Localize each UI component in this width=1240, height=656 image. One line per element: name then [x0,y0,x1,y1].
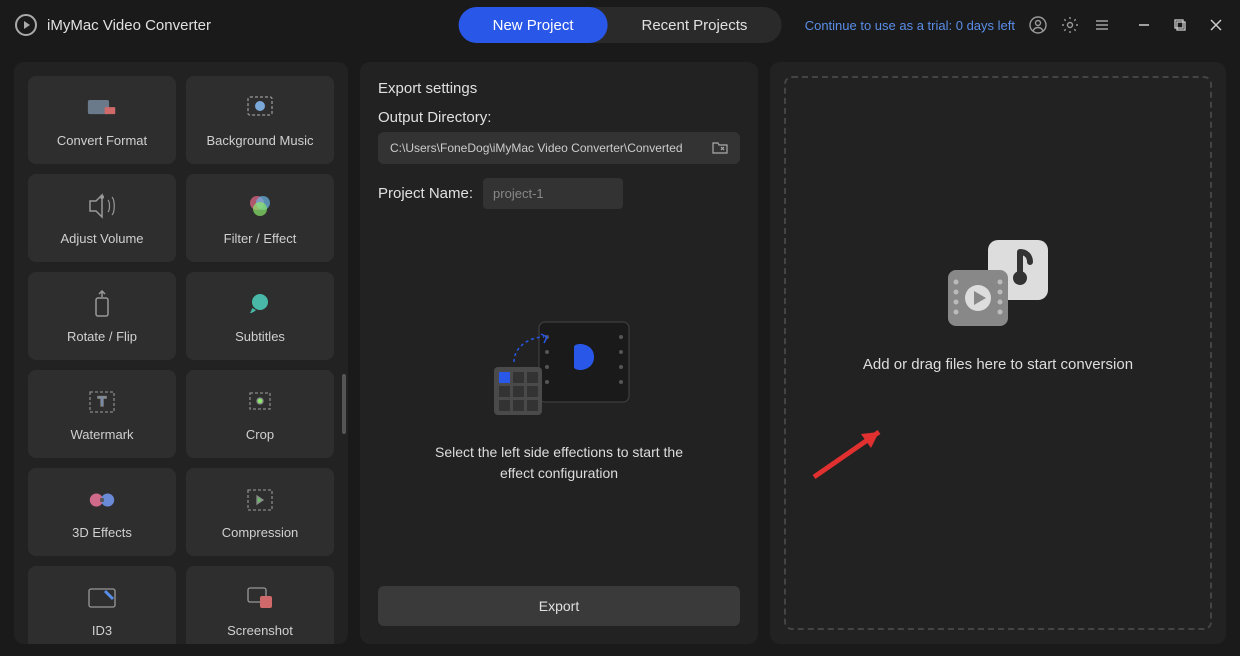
menu-icon[interactable] [1093,16,1111,34]
3d-effects-icon [87,485,117,515]
tool-label: Compression [222,525,299,540]
tool-label: ID3 [92,623,112,638]
tool-label: Crop [246,427,274,442]
drop-text: Add or drag files here to start conversi… [863,356,1133,373]
output-directory-field[interactable]: C:\Users\FoneDog\iMyMac Video Converter\… [378,132,740,164]
tool-label: Watermark [70,427,133,442]
tool-id3[interactable]: ID3 [28,566,176,644]
screenshot-icon [245,583,275,613]
trial-status: Continue to use as a trial: 0 days left [805,18,1015,33]
svg-text:T: T [98,393,107,409]
tools-sidebar: Convert Format Background Music Adjust V… [14,62,348,644]
maximize-icon[interactable] [1171,16,1189,34]
user-icon[interactable] [1029,16,1047,34]
app-logo-icon [15,14,37,36]
output-path-text: C:\Users\FoneDog\iMyMac Video Converter\… [390,141,683,155]
filter-effect-icon [245,191,275,221]
window-controls [1135,16,1225,34]
tool-3d-effects[interactable]: 3D Effects [28,468,176,556]
file-drop-panel: Add or drag files here to start conversi… [770,62,1226,644]
tool-label: Subtitles [235,329,285,344]
id3-icon [87,583,117,613]
tool-subtitles[interactable]: Subtitles [186,272,334,360]
tool-label: Rotate / Flip [67,329,137,344]
export-settings-title: Export settings [378,80,740,97]
close-icon[interactable] [1207,16,1225,34]
export-button[interactable]: Export [378,586,740,626]
background-music-icon [245,93,275,123]
tool-filter-effect[interactable]: Filter / Effect [186,174,334,262]
tool-label: Adjust Volume [60,231,143,246]
titlebar-right: Continue to use as a trial: 0 days left [805,16,1225,34]
output-directory-label: Output Directory: [378,109,740,126]
export-settings-panel: Export settings Output Directory: C:\Use… [360,62,758,644]
compression-icon [245,485,275,515]
tool-adjust-volume[interactable]: Adjust Volume [28,174,176,262]
tab-new-project[interactable]: New Project [459,7,608,43]
tool-label: 3D Effects [72,525,132,540]
tool-grid: Convert Format Background Music Adjust V… [28,76,334,644]
browse-folder-icon[interactable] [712,140,728,156]
tool-rotate-flip[interactable]: Rotate / Flip [28,272,176,360]
dropzone[interactable]: Add or drag files here to start conversi… [784,76,1212,630]
adjust-volume-icon [87,191,117,221]
tab-recent-projects[interactable]: Recent Projects [607,7,781,43]
center-illustration: Select the left side effections to start… [378,209,740,586]
tool-convert-format[interactable]: Convert Format [28,76,176,164]
convert-format-icon [87,93,117,123]
scrollbar-thumb[interactable] [342,374,346,434]
minimize-icon[interactable] [1135,16,1153,34]
tool-label: Background Music [207,133,314,148]
rotate-flip-icon [87,289,117,319]
tool-label: Filter / Effect [224,231,297,246]
main-layout: Convert Format Background Music Adjust V… [0,50,1240,656]
tool-background-music[interactable]: Background Music [186,76,334,164]
app-title: iMyMac Video Converter [47,17,211,34]
effect-illustration-icon [479,312,639,422]
tool-watermark[interactable]: T Watermark [28,370,176,458]
watermark-icon: T [87,387,117,417]
drop-files-icon [938,238,1058,328]
project-name-input[interactable] [483,178,623,209]
project-name-row: Project Name: [378,178,740,209]
tool-screenshot[interactable]: Screenshot [186,566,334,644]
tool-compression[interactable]: Compression [186,468,334,556]
gear-icon[interactable] [1061,16,1079,34]
subtitles-icon [245,289,275,319]
tool-crop[interactable]: Crop [186,370,334,458]
titlebar: iMyMac Video Converter New Project Recen… [0,0,1240,50]
tool-label: Convert Format [57,133,147,148]
nav-tabs: New Project Recent Projects [459,7,782,43]
center-hint-text: Select the left side effections to start… [419,442,699,484]
project-name-label: Project Name: [378,185,473,202]
tool-label: Screenshot [227,623,293,638]
crop-icon [245,387,275,417]
